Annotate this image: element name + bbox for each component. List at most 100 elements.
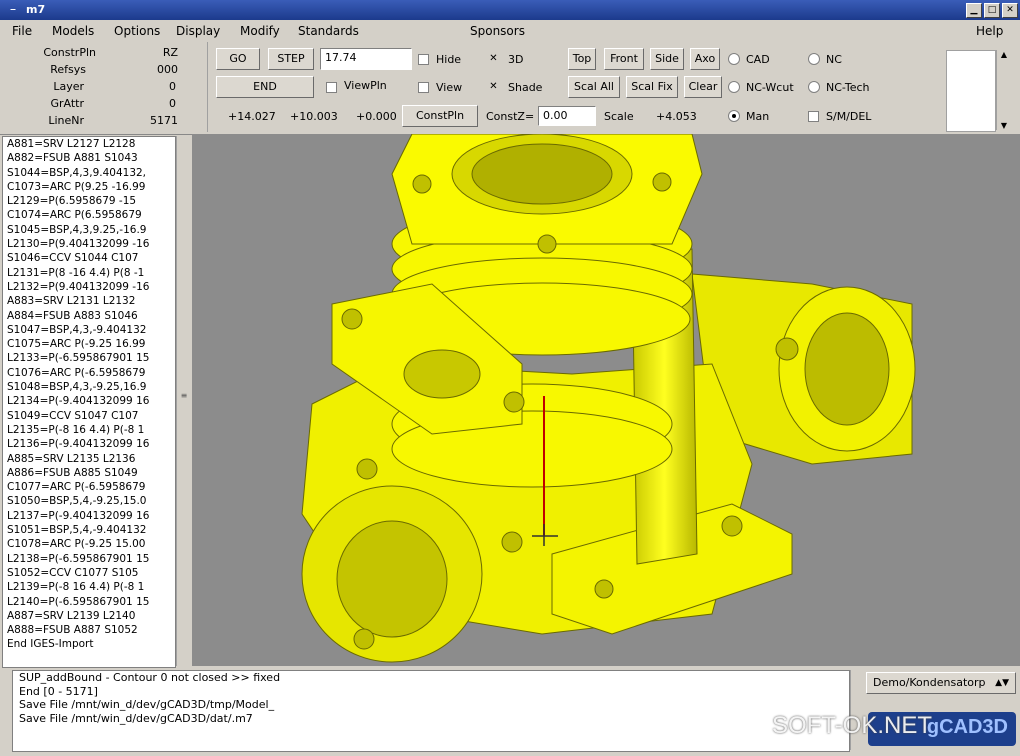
list-item[interactable]: A888=FSUB A887 S1052 <box>3 623 175 637</box>
info-value-linenr: 5171 <box>150 114 178 127</box>
list-item[interactable]: C1078=ARC P(-9.25 15.00 <box>3 537 175 551</box>
model-dropdown[interactable]: Demo/Kondensatorp ▲▼ <box>866 672 1016 694</box>
scal-all-button[interactable]: Scal All <box>568 76 620 98</box>
scroll-down-icon[interactable]: ▼ <box>997 121 1011 130</box>
scroll-up-icon[interactable]: ▲ <box>997 50 1011 59</box>
list-item[interactable]: A884=FSUB A883 S1046 <box>3 309 175 323</box>
shade-label: Shade <box>508 81 543 94</box>
close-button[interactable]: ✕ <box>1002 3 1018 18</box>
list-item[interactable]: S1044=BSP,4,3,9.404132, <box>3 166 175 180</box>
list-item[interactable]: L2140=P(-6.595867901 15 <box>3 595 175 609</box>
menu-bar: File Models Options Display Modify Stand… <box>0 20 1020 42</box>
coord-z: +0.000 <box>356 110 397 123</box>
nc-tech-label: NC-Tech <box>826 81 870 94</box>
side-view-button[interactable]: Side <box>650 48 684 70</box>
list-item[interactable]: A885=SRV L2135 L2136 <box>3 452 175 466</box>
list-item[interactable]: End IGES-Import <box>3 637 175 651</box>
list-item[interactable]: L2129=P(6.5958679 -15 <box>3 194 175 208</box>
list-item[interactable]: C1077=ARC P(-6.5958679 <box>3 480 175 494</box>
list-item[interactable]: C1073=ARC P(9.25 -16.99 <box>3 180 175 194</box>
viewpln-checkbox[interactable] <box>326 82 337 93</box>
nc-tech-radio[interactable] <box>808 81 820 93</box>
list-item[interactable]: S1051=BSP,5,4,-9.404132 <box>3 523 175 537</box>
logo-text: gCAD3D <box>926 716 1008 738</box>
list-item[interactable]: A882=FSUB A881 S1043 <box>3 151 175 165</box>
view-label: View <box>436 81 463 94</box>
hide-label: Hide <box>436 53 462 66</box>
step-button[interactable]: STEP <box>268 48 314 70</box>
viewpln-label: ViewPln <box>344 79 387 92</box>
constpln-button[interactable]: ConstPln <box>402 105 478 127</box>
list-item[interactable]: S1049=CCV S1047 C107 <box>3 409 175 423</box>
list-item[interactable]: L2135=P(-8 16 4.4) P(-8 1 <box>3 423 175 437</box>
list-item[interactable]: S1052=CCV C1077 S105 <box>3 566 175 580</box>
front-view-button[interactable]: Front <box>604 48 644 70</box>
step-value-field[interactable]: 17.74 <box>320 48 412 70</box>
list-item[interactable]: L2133=P(-6.595867901 15 <box>3 351 175 365</box>
toolbar-scrollbar[interactable]: ▲ ▼ <box>996 50 1011 130</box>
list-item[interactable]: L2134=P(-9.404132099 16 <box>3 394 175 408</box>
list-item[interactable]: L2138=P(-6.595867901 15 <box>3 552 175 566</box>
list-item[interactable]: L2132=P(9.404132099 -16 <box>3 280 175 294</box>
hide-checkbox[interactable] <box>418 54 429 65</box>
list-item[interactable]: L2131=P(8 -16 4.4) P(8 -1 <box>3 266 175 280</box>
scale-value: +4.053 <box>656 110 697 123</box>
dropdown-value: Demo/Kondensatorp <box>873 676 986 689</box>
nc-wcut-label: NC-Wcut <box>746 81 794 94</box>
minimize-button[interactable]: ▁ <box>966 3 982 18</box>
nc-radio[interactable] <box>808 53 820 65</box>
list-item[interactable]: L2139=P(-8 16 4.4) P(-8 1 <box>3 580 175 594</box>
menu-file[interactable]: File <box>12 24 32 38</box>
chevron-down-icon: ▲▼ <box>995 678 1009 688</box>
cad-radio[interactable] <box>728 53 740 65</box>
threed-label: 3D <box>508 53 524 66</box>
shade-checkbox[interactable]: ✕ <box>488 82 499 93</box>
list-item[interactable]: C1074=ARC P(6.5958679 <box>3 208 175 222</box>
list-item[interactable]: A886=FSUB A885 S1049 <box>3 466 175 480</box>
go-button[interactable]: GO <box>216 48 260 70</box>
info-value-constrpln: RZ <box>162 46 178 59</box>
list-item[interactable]: L2137=P(-9.404132099 16 <box>3 509 175 523</box>
man-radio[interactable] <box>728 110 740 122</box>
axo-view-button[interactable]: Axo <box>690 48 720 70</box>
constz-label: ConstZ= <box>486 110 535 123</box>
list-item[interactable]: A887=SRV L2139 L2140 <box>3 609 175 623</box>
list-scrollbar[interactable]: ≡ <box>176 136 191 666</box>
title-bar: ⎯ m7 ▁ □ ✕ <box>0 0 1020 20</box>
list-item[interactable]: A881=SRV L2127 L2128 <box>3 137 175 151</box>
3d-viewport[interactable] <box>192 134 1020 666</box>
end-button[interactable]: END <box>216 76 314 98</box>
list-item[interactable]: S1050=BSP,5,4,-9.25,15.0 <box>3 494 175 508</box>
clear-button[interactable]: Clear <box>684 76 722 98</box>
menu-help[interactable]: Help <box>976 24 1003 38</box>
menu-sponsors[interactable]: Sponsors <box>470 24 525 38</box>
list-item[interactable]: S1045=BSP,4,3,9.25,-16.9 <box>3 223 175 237</box>
view-checkbox[interactable] <box>418 82 429 93</box>
scal-fix-button[interactable]: Scal Fix <box>626 76 678 98</box>
nc-wcut-radio[interactable] <box>728 81 740 93</box>
window-menu-icon[interactable]: ⎯ <box>5 3 21 16</box>
threed-checkbox[interactable]: ✕ <box>488 54 499 65</box>
info-label-constrpln: ConstrPln <box>43 46 96 59</box>
list-item[interactable]: C1076=ARC P(-6.5958679 <box>3 366 175 380</box>
maximize-button[interactable]: □ <box>984 3 1000 18</box>
menu-models[interactable]: Models <box>52 24 94 38</box>
menu-modify[interactable]: Modify <box>240 24 280 38</box>
list-item[interactable]: L2130=P(9.404132099 -16 <box>3 237 175 251</box>
scroll-thumb-icon[interactable]: ≡ <box>177 391 191 411</box>
smdel-checkbox[interactable] <box>808 111 819 122</box>
list-item[interactable]: C1075=ARC P(-9.25 16.99 <box>3 337 175 351</box>
menu-options[interactable]: Options <box>114 24 160 38</box>
message-log[interactable]: SUP_addBound - Contour 0 not closed >> f… <box>12 670 850 752</box>
menu-standards[interactable]: Standards <box>298 24 359 38</box>
list-item[interactable]: A883=SRV L2131 L2132 <box>3 294 175 308</box>
constz-field[interactable]: 0.00 <box>538 106 596 126</box>
top-view-button[interactable]: Top <box>568 48 596 70</box>
list-item[interactable]: S1046=CCV S1044 C107 <box>3 251 175 265</box>
source-code-list[interactable]: A881=SRV L2127 L2128 A882=FSUB A881 S1043… <box>2 136 176 668</box>
list-item[interactable]: S1048=BSP,4,3,-9.25,16.9 <box>3 380 175 394</box>
list-item[interactable]: S1047=BSP,4,3,-9.404132 <box>3 323 175 337</box>
list-item[interactable]: L2136=P(-9.404132099 16 <box>3 437 175 451</box>
message-line: Save File /mnt/win_d/dev/gCAD3D/tmp/Mode… <box>19 698 275 711</box>
menu-display[interactable]: Display <box>176 24 220 38</box>
